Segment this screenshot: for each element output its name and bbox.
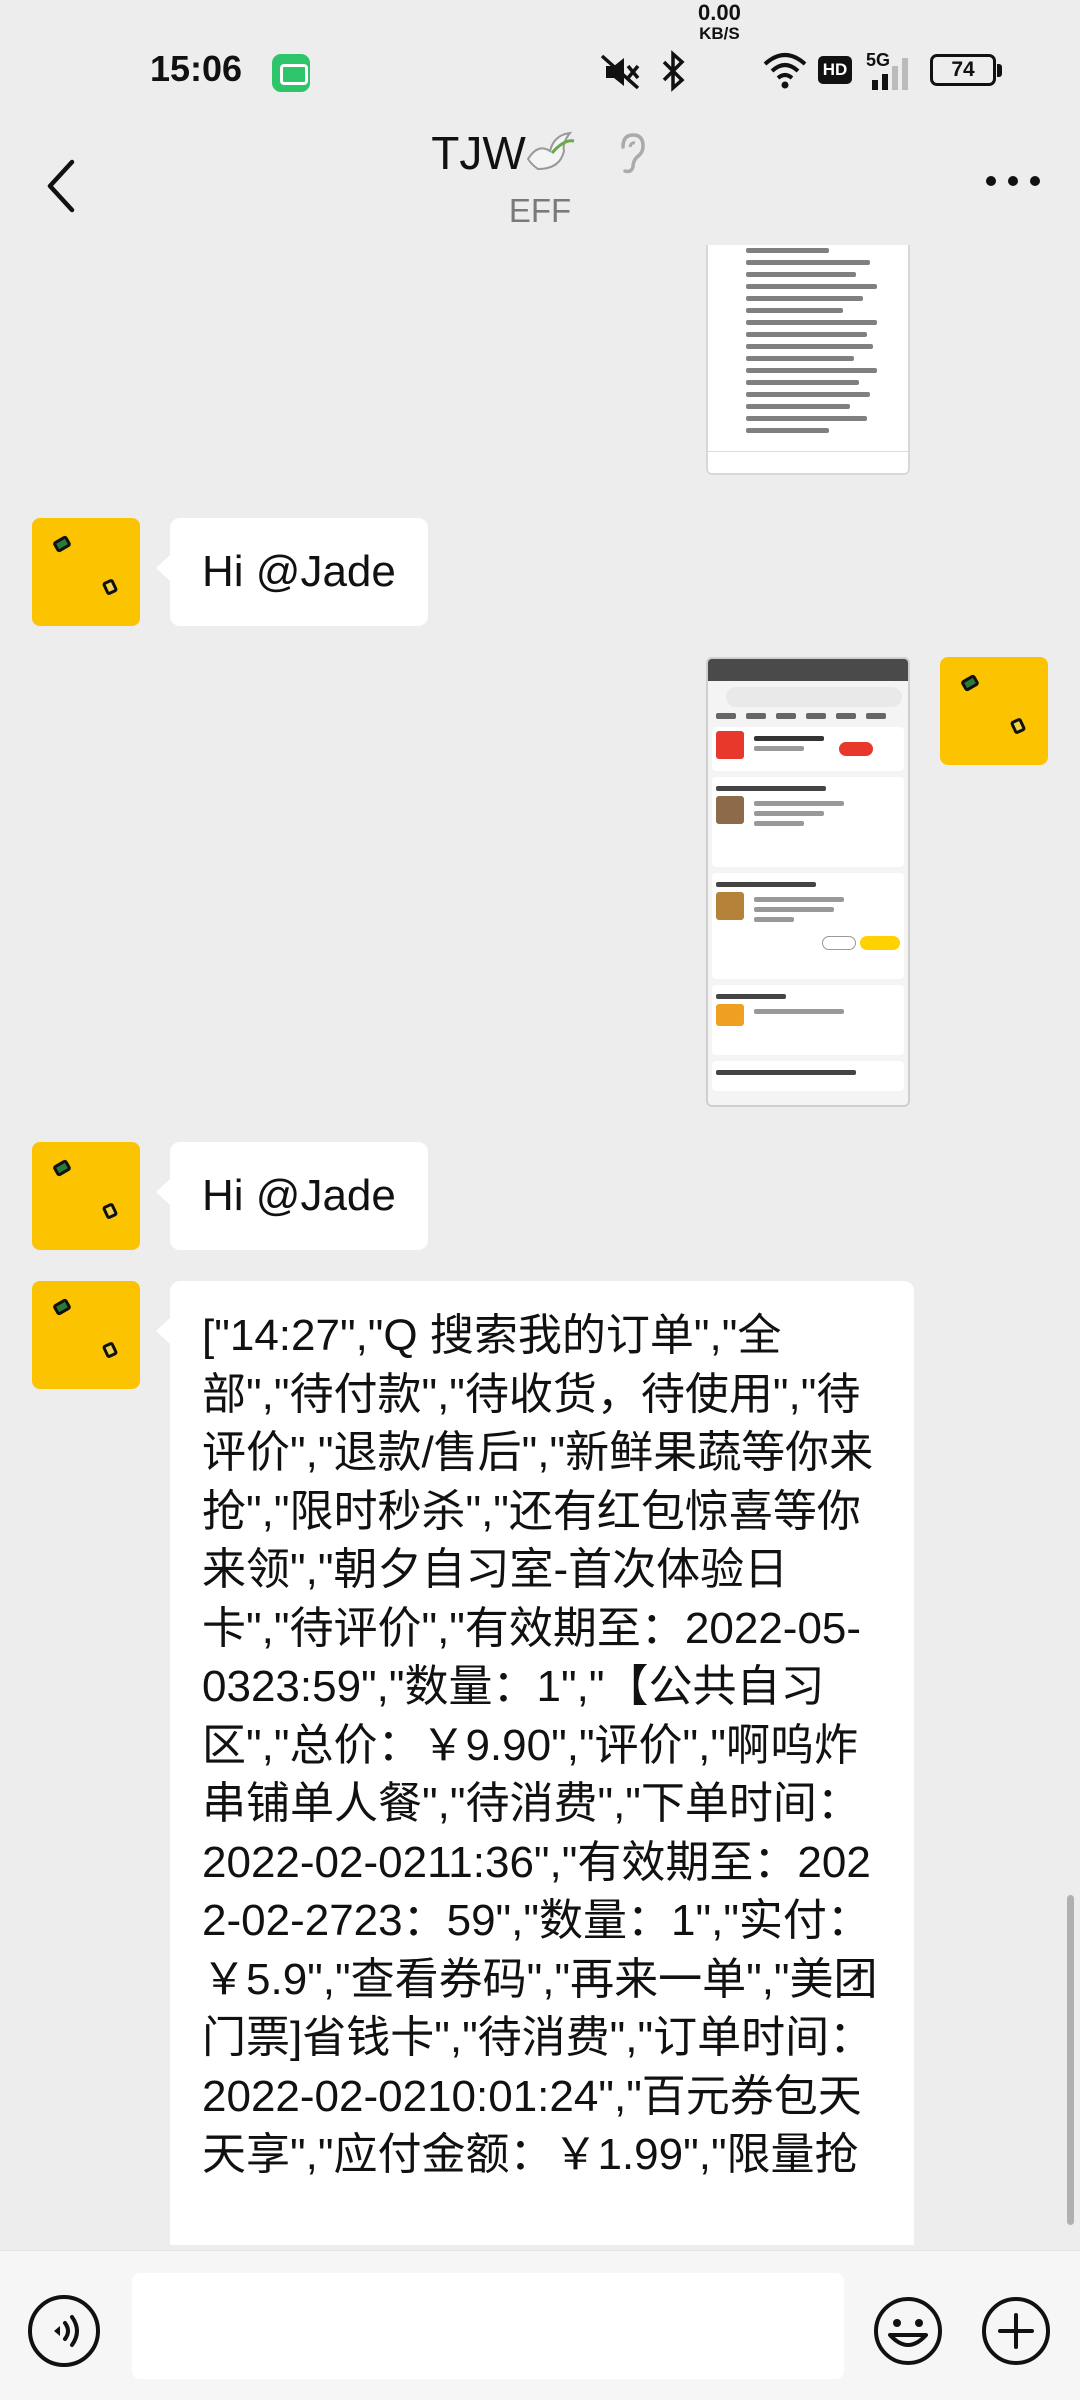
bluetooth-icon (662, 50, 685, 92)
document-image (708, 245, 908, 433)
dove-emoji-icon (527, 131, 575, 171)
status-time: 15:06 (150, 48, 243, 89)
order-screenshot-image[interactable] (706, 657, 910, 1107)
message-app-icon (272, 54, 310, 92)
avatar[interactable] (32, 1281, 140, 1389)
emoji-icon[interactable] (872, 2295, 944, 2367)
net-speed: 0.00 KB/S (698, 0, 741, 44)
image-message[interactable] (706, 245, 910, 475)
document-image-footer (708, 451, 908, 473)
avatar[interactable] (32, 1142, 140, 1250)
message-input[interactable] (132, 2273, 844, 2379)
avatar[interactable] (32, 518, 140, 626)
chat-subtitle: EFF (508, 192, 572, 229)
chat-header: TJW EFF (0, 120, 1080, 240)
status-bar: 15:06 0.00 KB/S HD 5G 74 (0, 0, 1080, 140)
battery-icon: 74 (930, 54, 1002, 86)
signal-icon (872, 58, 908, 90)
chat-title[interactable]: TJW (431, 126, 526, 180)
message-bubble[interactable]: Hi @Jade (156, 518, 428, 626)
plus-icon[interactable] (980, 2295, 1052, 2367)
voice-icon[interactable] (28, 2295, 100, 2367)
hd-badge: HD (818, 56, 852, 84)
battery-level: 74 (951, 58, 975, 81)
chat-scrollbar[interactable] (1067, 1895, 1074, 2225)
net-speed-unit: KB/S (699, 24, 740, 43)
my-avatar[interactable] (940, 657, 1048, 765)
ear-icon[interactable] (615, 131, 649, 175)
net-speed-value: 0.00 (698, 0, 741, 25)
message-bubble[interactable]: Hi @Jade (156, 1142, 428, 1250)
mute-icon (600, 54, 640, 90)
more-icon[interactable] (984, 176, 1044, 190)
title-wrap: TJW (0, 126, 1080, 180)
wifi-icon (763, 53, 807, 89)
input-bar (0, 2250, 1080, 2400)
long-text-message[interactable]: ["14:27","Q 搜索我的订单","全部","待付款","待收货，待使用"… (156, 1281, 914, 2245)
chat-messages[interactable]: Hi @Jade Hi @Jade ["14:27","Q 搜索我的订单","全… (0, 245, 1080, 2245)
